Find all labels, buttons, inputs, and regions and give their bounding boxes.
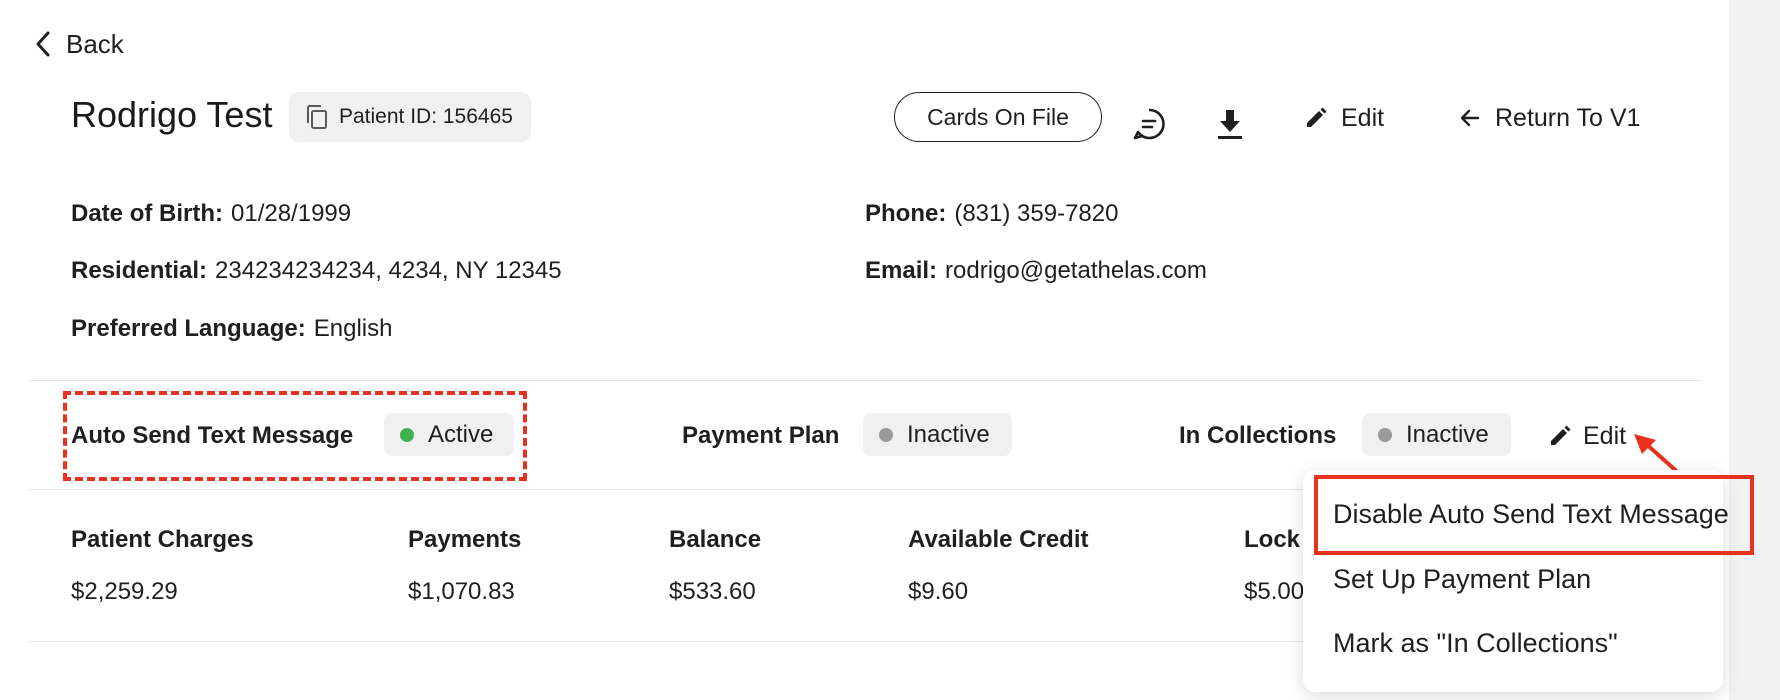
residential-row: Residential: 234234234234, 4234, NY 12345 xyxy=(71,257,562,285)
phone-label: Phone: xyxy=(865,200,947,227)
available-credit-label: Available Credit xyxy=(908,526,1089,553)
language-value: English xyxy=(313,315,393,342)
return-to-v1-button[interactable]: Return To V1 xyxy=(1459,100,1640,136)
patient-id-chip[interactable]: Patient ID: 156465 xyxy=(289,92,531,142)
phone-row: Phone: (831) 359-7820 xyxy=(865,200,1118,228)
auto-text-status: Active xyxy=(428,420,494,448)
phone-value: (831) 359-7820 xyxy=(954,200,1119,227)
status-edit-dropdown: Disable Auto Send Text Message Set Up Pa… xyxy=(1303,470,1729,692)
inactive-dot-icon xyxy=(879,427,893,442)
back-link[interactable]: Back xyxy=(32,24,124,64)
payments-value: $1,070.83 xyxy=(408,578,515,605)
divider-bottom xyxy=(28,641,1318,642)
set-up-payment-plan-option[interactable]: Set Up Payment Plan xyxy=(1333,564,1591,595)
status-edit-button[interactable]: Edit xyxy=(1549,418,1626,454)
divider-top xyxy=(28,380,1701,381)
status-edit-label: Edit xyxy=(1583,421,1627,450)
disable-auto-text-option[interactable]: Disable Auto Send Text Message xyxy=(1333,499,1729,530)
residential-label: Residential: xyxy=(71,257,208,284)
active-dot-icon xyxy=(400,427,414,442)
download-icon xyxy=(1218,110,1242,139)
payment-plan-status: Inactive xyxy=(907,420,990,448)
language-row: Preferred Language: English xyxy=(71,315,392,343)
email-row: Email: rodrigo@getathelas.com xyxy=(865,257,1207,285)
inactive-dot-icon xyxy=(1378,427,1392,442)
pencil-icon xyxy=(1551,425,1571,445)
lock-label: Lock xyxy=(1244,526,1301,553)
collections-status-badge: Inactive xyxy=(1362,413,1511,456)
edit-patient-button[interactable]: Edit xyxy=(1305,100,1384,136)
email-value: rodrigo@getathelas.com xyxy=(945,257,1207,284)
message-button[interactable] xyxy=(1131,106,1167,142)
collections-status: Inactive xyxy=(1406,420,1489,448)
dob-row: Date of Birth: 01/28/1999 xyxy=(71,200,351,228)
payment-plan-status-badge: Inactive xyxy=(863,413,1012,456)
mark-in-collections-option[interactable]: Mark as "In Collections" xyxy=(1333,628,1618,659)
download-button[interactable] xyxy=(1212,106,1248,142)
back-label: Back xyxy=(66,28,124,59)
patient-charges-value: $2,259.29 xyxy=(71,578,178,605)
copy-icon xyxy=(307,105,327,129)
payment-plan-label: Payment Plan xyxy=(682,422,840,449)
lock-value: $5.00 xyxy=(1244,578,1305,605)
pencil-icon xyxy=(1307,107,1327,127)
dob-value: 01/28/1999 xyxy=(231,200,352,227)
balance-value: $533.60 xyxy=(669,578,756,605)
balance-label: Balance xyxy=(669,526,762,553)
message-icon xyxy=(1133,108,1165,140)
return-label: Return To V1 xyxy=(1495,103,1641,132)
auto-text-status-badge: Active xyxy=(384,413,514,456)
patient-id-label: Patient ID: 156465 xyxy=(339,105,513,128)
email-label: Email: xyxy=(865,257,938,284)
right-rail xyxy=(1729,0,1780,700)
available-credit-value: $9.60 xyxy=(908,578,969,605)
payments-label: Payments xyxy=(408,526,522,553)
chevron-left-icon xyxy=(36,31,50,57)
language-label: Preferred Language: xyxy=(71,315,306,342)
patient-name: Rodrigo Test xyxy=(71,94,273,135)
dob-label: Date of Birth: xyxy=(71,200,223,227)
arrow-left-icon xyxy=(1460,109,1480,127)
cards-on-file-button[interactable]: Cards On File xyxy=(894,92,1102,142)
collections-label: In Collections xyxy=(1179,422,1337,449)
patient-charges-label: Patient Charges xyxy=(71,526,254,553)
residential-value: 234234234234, 4234, NY 12345 xyxy=(215,257,562,284)
auto-text-label: Auto Send Text Message xyxy=(71,422,354,449)
divider-middle xyxy=(28,489,1318,490)
edit-label: Edit xyxy=(1341,103,1385,132)
